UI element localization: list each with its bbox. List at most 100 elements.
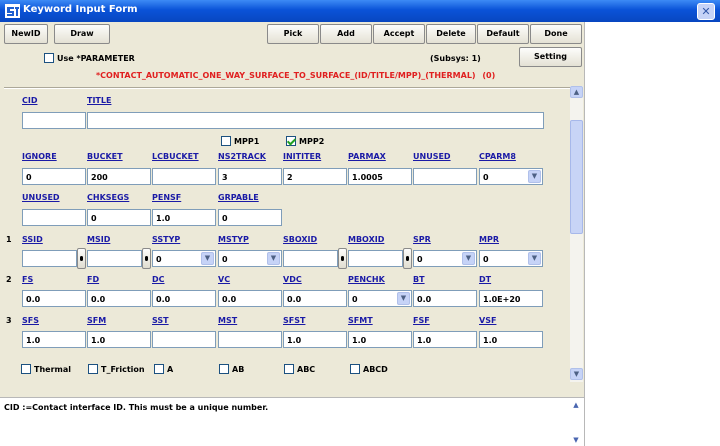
sboxid-input[interactable] [283, 250, 338, 267]
ns2track-input[interactable]: 3 [218, 168, 282, 185]
sst-input[interactable] [152, 331, 216, 348]
ns2track-label[interactable]: NS2TRACK [218, 152, 266, 161]
dt-label[interactable]: DT [479, 275, 491, 284]
mpp1-checkbox[interactable]: MPP1 [221, 135, 259, 147]
t-friction-checkbox[interactable]: T_Friction [88, 363, 145, 375]
sfs-label[interactable]: SFS [22, 316, 39, 325]
card-ab-box[interactable] [219, 364, 229, 374]
mpp2-checkbox[interactable]: MPP2 [286, 135, 324, 147]
add-button[interactable]: Add [320, 24, 372, 44]
fsf-input[interactable]: 1.0 [413, 331, 477, 348]
mstyp-label[interactable]: MSTYP [218, 235, 249, 244]
mpr-label[interactable]: MPR [479, 235, 499, 244]
lcbucket-label[interactable]: LCBUCKET [152, 152, 199, 161]
pick-button[interactable]: Pick [267, 24, 319, 44]
spr-select[interactable]: 0 ▼ [413, 250, 477, 267]
penchk-select[interactable]: 0 ▼ [348, 290, 412, 307]
mstyp-select[interactable]: 0 ▼ [218, 250, 282, 267]
sfst-input[interactable]: 1.0 [283, 331, 347, 348]
card-abc-box[interactable] [284, 364, 294, 374]
card-a-checkbox[interactable]: A [154, 363, 173, 375]
chevron-down-icon[interactable]: ▼ [528, 252, 541, 265]
card-abcd-box[interactable] [350, 364, 360, 374]
card-ab-checkbox[interactable]: AB [219, 363, 244, 375]
fd-input[interactable]: 0.0 [87, 290, 151, 307]
chevron-down-icon[interactable]: ▼ [267, 252, 280, 265]
mboxid-input[interactable] [348, 250, 403, 267]
chksegs-label[interactable]: CHKSEGS [87, 193, 129, 202]
arrow-up-icon[interactable]: ▲ [570, 400, 582, 410]
mboxid-pick-button[interactable] [403, 248, 412, 269]
chevron-down-icon[interactable]: ▼ [397, 292, 410, 305]
pensf-input[interactable]: 1.0 [152, 209, 216, 226]
msid-label[interactable]: MSID [87, 235, 110, 244]
sfs-input[interactable]: 1.0 [22, 331, 86, 348]
newid-button[interactable]: NewID [4, 24, 48, 44]
ssid-pick-button[interactable] [77, 248, 86, 269]
mpr-select[interactable]: 0 ▼ [479, 250, 543, 267]
close-button[interactable]: ✕ [697, 3, 715, 20]
vc-label[interactable]: VC [218, 275, 230, 284]
vdc-label[interactable]: VDC [283, 275, 302, 284]
ignore-input[interactable]: 0 [22, 168, 86, 185]
thermal-box[interactable] [21, 364, 31, 374]
bt-label[interactable]: BT [413, 275, 425, 284]
vc-input[interactable]: 0.0 [218, 290, 282, 307]
inititer-input[interactable]: 2 [283, 168, 347, 185]
ssid-label[interactable]: SSID [22, 235, 43, 244]
sstyp-select[interactable]: 0 ▼ [152, 250, 216, 267]
scroll-up-button[interactable]: ▲ [570, 86, 583, 98]
title-label[interactable]: TITLE [87, 96, 111, 105]
sfmt-label[interactable]: SFMT [348, 316, 373, 325]
sboxid-pick-button[interactable] [338, 248, 347, 269]
parmax-label[interactable]: PARMAX [348, 152, 386, 161]
fs-input[interactable]: 0.0 [22, 290, 86, 307]
mst-input[interactable] [218, 331, 282, 348]
penchk-label[interactable]: PENCHK [348, 275, 385, 284]
cparm8-label[interactable]: CPARM8 [479, 152, 516, 161]
setting-button[interactable]: Setting [519, 47, 582, 67]
cparm8-select[interactable]: 0 ▼ [479, 168, 543, 185]
lcbucket-input[interactable] [152, 168, 216, 185]
unused-label-2[interactable]: UNUSED [22, 193, 60, 202]
pensf-label[interactable]: PENSF [152, 193, 181, 202]
spr-label[interactable]: SPR [413, 235, 431, 244]
scroll-thumb[interactable] [570, 120, 583, 234]
mst-label[interactable]: MST [218, 316, 237, 325]
grpable-input[interactable]: 0 [218, 209, 282, 226]
vdc-input[interactable]: 0.0 [283, 290, 347, 307]
fs-label[interactable]: FS [22, 275, 33, 284]
delete-button[interactable]: Delete [426, 24, 476, 44]
ignore-label[interactable]: IGNORE [22, 152, 57, 161]
unused-input[interactable] [413, 168, 477, 185]
fd-label[interactable]: FD [87, 275, 99, 284]
unused-input-2[interactable] [22, 209, 86, 226]
card-abc-checkbox[interactable]: ABC [284, 363, 315, 375]
mpp2-box[interactable] [286, 136, 296, 146]
msid-pick-button[interactable] [142, 248, 151, 269]
sfm-label[interactable]: SFM [87, 316, 106, 325]
bt-input[interactable]: 0.0 [413, 290, 477, 307]
unused-label[interactable]: UNUSED [413, 152, 451, 161]
dc-input[interactable]: 0.0 [152, 290, 216, 307]
default-button[interactable]: Default [477, 24, 529, 44]
cid-input[interactable] [22, 112, 86, 129]
help-scrollbar[interactable]: ▲ ▼ [570, 400, 582, 445]
chksegs-input[interactable]: 0 [87, 209, 151, 226]
use-parameter-box[interactable] [44, 53, 54, 63]
mboxid-label[interactable]: MBOXID [348, 235, 384, 244]
ssid-input[interactable] [22, 250, 77, 267]
use-parameter-checkbox[interactable]: Use *PARAMETER [44, 52, 135, 64]
form-scrollbar[interactable]: ▲ ▼ [570, 86, 583, 382]
t-friction-box[interactable] [88, 364, 98, 374]
sst-label[interactable]: SST [152, 316, 169, 325]
sfm-input[interactable]: 1.0 [87, 331, 151, 348]
chevron-down-icon[interactable]: ▼ [201, 252, 214, 265]
scroll-down-button[interactable]: ▼ [570, 368, 583, 380]
sfst-label[interactable]: SFST [283, 316, 305, 325]
sboxid-label[interactable]: SBOXID [283, 235, 317, 244]
accept-button[interactable]: Accept [373, 24, 425, 44]
title-input[interactable] [87, 112, 544, 129]
card-a-box[interactable] [154, 364, 164, 374]
chevron-down-icon[interactable]: ▼ [528, 170, 541, 183]
